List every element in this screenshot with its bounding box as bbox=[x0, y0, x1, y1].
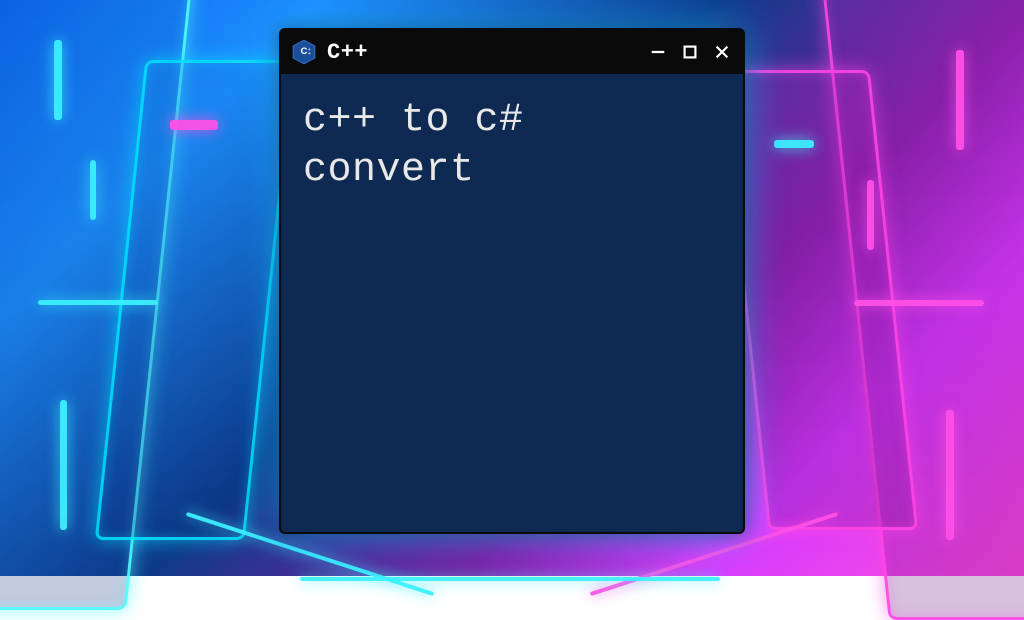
accent-cyan-5 bbox=[774, 140, 814, 148]
terminal-content: c++ to c# convert bbox=[303, 96, 721, 196]
accent-cyan-3 bbox=[38, 300, 158, 305]
terminal-window: C + + C++ c++ to c# convert bbox=[279, 28, 745, 534]
accent-pink-1 bbox=[170, 120, 218, 130]
terminal-body[interactable]: c++ to c# convert bbox=[281, 74, 743, 532]
minimize-button[interactable] bbox=[647, 41, 669, 63]
close-button[interactable] bbox=[711, 41, 733, 63]
window-controls bbox=[647, 41, 733, 63]
svg-text:C: C bbox=[301, 46, 308, 56]
window-title: C++ bbox=[327, 40, 368, 65]
maximize-button[interactable] bbox=[679, 41, 701, 63]
accent-cyan-4 bbox=[60, 400, 67, 530]
accent-pink-3 bbox=[867, 180, 874, 250]
titlebar[interactable]: C + + C++ bbox=[281, 30, 743, 74]
accent-cyan-2 bbox=[90, 160, 96, 220]
floor-line-center bbox=[300, 577, 720, 581]
accent-pink-4 bbox=[854, 300, 984, 306]
accent-pink-5 bbox=[946, 410, 954, 540]
accent-pink-2 bbox=[956, 50, 964, 150]
cpp-logo-icon: C + + bbox=[291, 39, 317, 65]
accent-cyan-1 bbox=[54, 40, 62, 120]
